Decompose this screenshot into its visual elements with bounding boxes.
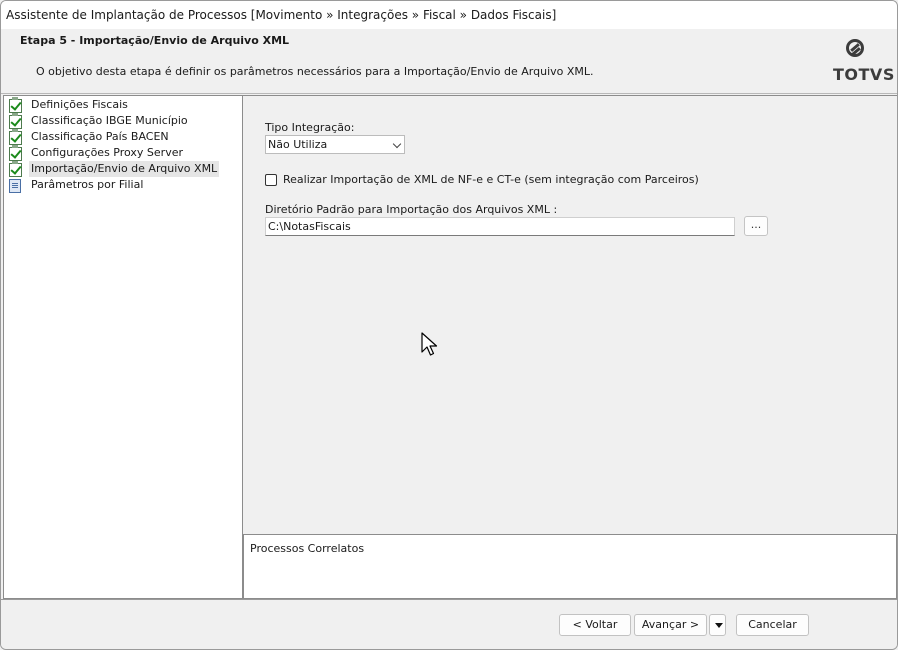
step-title: Etapa 5 - Importação/Envio de Arquivo XM…: [20, 34, 290, 47]
tipo-integracao-label: Tipo Integração:: [265, 121, 355, 134]
check-document-icon: [8, 129, 22, 145]
related-processes-panel: Processos Correlatos: [243, 534, 897, 599]
tree-item-label: Parâmetros por Filial: [31, 178, 144, 191]
check-document-icon: [8, 161, 22, 177]
tree-item-label: Classificação País BACEN: [31, 130, 169, 143]
step-tree: Definições Fiscais Classificação IBGE Mu…: [3, 95, 243, 599]
tipo-integracao-select[interactable]: Não Utiliza: [265, 135, 405, 154]
importacao-xml-checkbox-label[interactable]: Realizar Importação de XML de NF-e e CT-…: [283, 173, 699, 186]
cancel-button[interactable]: Cancelar: [736, 614, 809, 636]
tipo-integracao-value: Não Utiliza: [268, 138, 328, 151]
step-description: O objetivo desta etapa é definir os parâ…: [36, 65, 594, 78]
browse-button[interactable]: ...: [744, 216, 768, 236]
mouse-cursor-icon: [421, 332, 438, 356]
step-header: Etapa 5 - Importação/Envio de Arquivo XM…: [1, 29, 897, 93]
totvs-logo: TOTVS: [833, 39, 894, 87]
next-dropdown-button[interactable]: [709, 614, 726, 636]
document-list-icon: [8, 178, 21, 193]
tree-item-label: Classificação IBGE Município: [31, 114, 188, 127]
check-document-icon: [8, 97, 22, 113]
diretorio-input[interactable]: C:\NotasFiscais: [265, 217, 735, 236]
next-button[interactable]: Avançar >: [634, 614, 707, 636]
back-button[interactable]: < Voltar: [559, 614, 631, 636]
logo-text: TOTVS: [833, 65, 895, 84]
tree-item-label: Importação/Envio de Arquivo XML: [29, 161, 220, 177]
importacao-xml-checkbox[interactable]: [265, 174, 277, 186]
totvs-logo-icon: [846, 39, 864, 57]
check-document-icon: [8, 113, 22, 129]
header-divider: [1, 93, 897, 94]
step-content: Tipo Integração: Não Utiliza Realizar Im…: [243, 95, 897, 534]
tree-item-label: Configurações Proxy Server: [31, 146, 184, 159]
wizard-window: Assistente de Implantação de Processos […: [0, 0, 898, 650]
tree-item-label: Definições Fiscais: [31, 98, 128, 111]
chevron-down-icon: [392, 139, 402, 149]
window-title: Assistente de Implantação de Processos […: [1, 1, 897, 29]
check-document-icon: [8, 145, 22, 161]
diretorio-label: Diretório Padrão para Importação dos Arq…: [265, 203, 558, 216]
related-processes-title: Processos Correlatos: [250, 542, 365, 555]
wizard-footer: < Voltar Avançar > Cancelar: [1, 599, 897, 649]
dropdown-arrow-icon: [715, 623, 723, 628]
